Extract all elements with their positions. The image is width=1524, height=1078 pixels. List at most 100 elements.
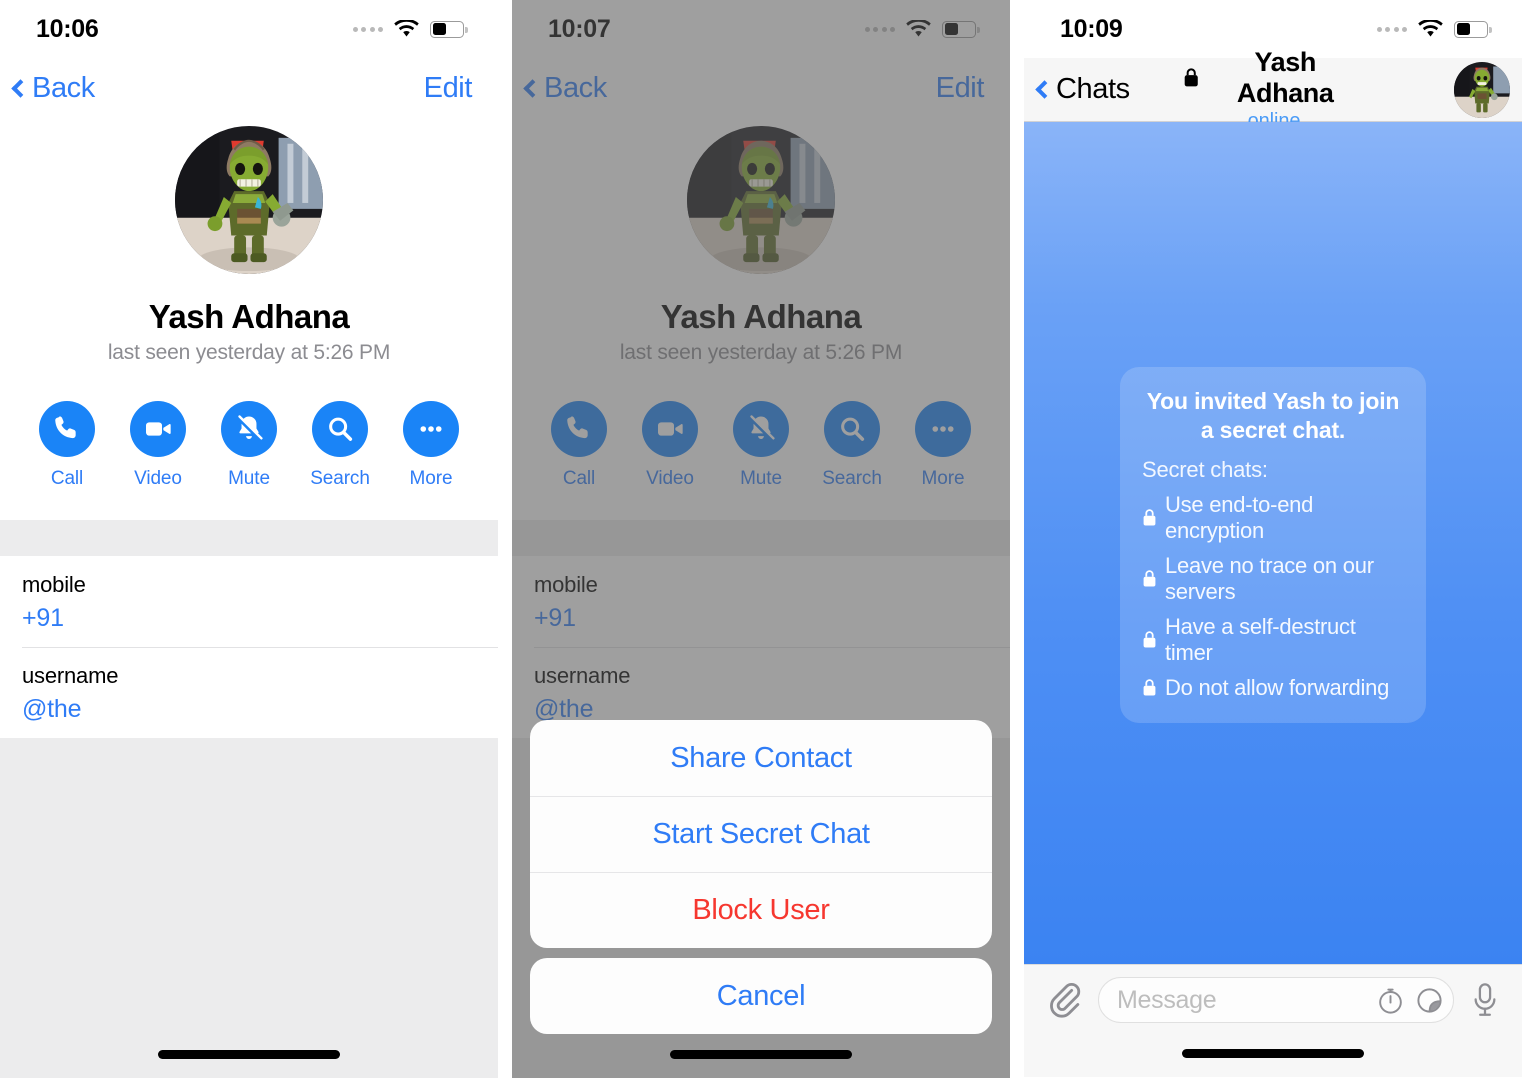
message-placeholder: Message — [1117, 985, 1217, 1014]
secret-chat-feature-item: Leave no trace on our servers — [1142, 553, 1404, 605]
action-video-label: Video — [134, 468, 182, 489]
input-row: Message — [1024, 965, 1522, 1023]
secret-chat-feature-item: Use end-to-end encryption — [1142, 492, 1404, 544]
edit-button[interactable]: Edit — [424, 72, 473, 105]
phone-icon — [567, 416, 588, 439]
status-bar-indicators — [352, 19, 468, 39]
action-call-label: Call — [562, 468, 596, 489]
action-call[interactable]: Call — [34, 401, 100, 490]
profile-action-row: Call Video Mute Search More — [512, 401, 1010, 490]
info-row-mobile[interactable]: mobile +91 — [512, 556, 1010, 647]
action-video[interactable]: Video — [125, 401, 191, 490]
back-button[interactable]: Chats — [1035, 73, 1183, 106]
start-secret-chat-button[interactable]: Start Secret Chat — [530, 796, 992, 872]
cancel-button[interactable]: Cancel — [530, 958, 992, 1034]
home-indicator[interactable] — [670, 1050, 852, 1059]
home-indicator[interactable] — [1182, 1049, 1364, 1058]
share-contact-button[interactable]: Share Contact — [530, 720, 992, 796]
voice-record-button[interactable] — [1468, 980, 1502, 1020]
chevron-left-icon — [11, 78, 30, 98]
more-button[interactable] — [915, 401, 971, 457]
feature-text: Do not allow forwarding — [1165, 674, 1390, 700]
action-call[interactable]: Call — [546, 401, 612, 490]
bell-slash-icon — [236, 415, 263, 442]
action-mute-label: Mute — [740, 468, 782, 489]
action-search[interactable]: Search — [307, 401, 373, 490]
search-button[interactable] — [312, 401, 368, 457]
block-user-button[interactable]: Block User — [530, 872, 992, 948]
status-bar-time: 10:09 — [1060, 14, 1123, 43]
signal-dots-icon — [352, 26, 383, 32]
more-button[interactable] — [403, 401, 459, 457]
battery-icon — [942, 20, 980, 38]
action-more[interactable]: More — [398, 401, 464, 490]
action-search[interactable]: Search — [819, 401, 885, 490]
profile-last-seen: last seen yesterday at 5:26 PM — [619, 341, 903, 364]
status-bar-indicators — [864, 19, 980, 39]
signal-dots-icon — [864, 26, 895, 32]
back-button[interactable]: Back — [11, 72, 95, 105]
message-input-bar: Message — [1024, 964, 1522, 1077]
info-row-mobile[interactable]: mobile +91 — [0, 556, 498, 647]
contact-avatar-hulk-funko — [687, 126, 835, 274]
panel-action-sheet: 10:07 Back Edit Yash Adhana last seen ye… — [512, 0, 1010, 1078]
mute-button[interactable] — [733, 401, 789, 457]
sticker-icon[interactable] — [1414, 985, 1445, 1016]
lock-icon — [1185, 68, 1199, 87]
feature-text: Have a self-destruct timer — [1165, 613, 1356, 665]
info-key: mobile — [534, 572, 598, 597]
action-more[interactable]: More — [910, 401, 976, 490]
info-key: username — [22, 663, 119, 688]
action-mute-label: Mute — [228, 468, 270, 489]
edit-button[interactable]: Edit — [936, 72, 985, 105]
action-search-label: Search — [822, 468, 882, 489]
status-bar-time: 10:07 — [548, 14, 611, 43]
video-button[interactable] — [130, 401, 186, 457]
search-icon — [841, 417, 865, 441]
profile-header: Back Edit Yash Adhana last seen yesterda… — [512, 58, 1010, 520]
profile-avatar[interactable] — [687, 126, 835, 274]
profile-avatar[interactable] — [175, 126, 323, 274]
video-camera-icon — [658, 422, 683, 436]
lock-icon — [1143, 631, 1156, 648]
info-row-username[interactable]: username @the — [0, 647, 498, 738]
chat-header-avatar[interactable] — [1453, 61, 1510, 118]
wifi-icon — [1418, 19, 1443, 36]
three-panel-screenshot: 10:06 Back Edit Yash Adhana last seen ye… — [0, 0, 1524, 1078]
service-message-title: You invited Yash to join a secret chat. — [1146, 388, 1400, 443]
action-mute[interactable]: Mute — [728, 401, 794, 490]
info-value: @the — [22, 695, 82, 723]
chat-nav-right — [1365, 61, 1510, 118]
wifi-icon — [906, 19, 931, 36]
action-video[interactable]: Video — [637, 401, 703, 490]
home-indicator[interactable] — [158, 1050, 340, 1059]
contact-avatar-hulk-funko — [175, 126, 323, 274]
attach-button[interactable] — [1044, 980, 1084, 1020]
feature-text: Leave no trace on our servers — [1165, 552, 1374, 604]
section-gap — [512, 520, 1010, 556]
video-button[interactable] — [642, 401, 698, 457]
search-button[interactable] — [824, 401, 880, 457]
status-bar: 10:06 — [0, 0, 498, 58]
chevron-left-icon — [523, 78, 542, 98]
profile-name: Yash Adhana — [660, 298, 862, 335]
panel-secret-chat: 10:09 Chats Yash Adhana online You invit… — [1024, 0, 1522, 1078]
contact-info-list: mobile +91 username @the — [0, 556, 498, 738]
message-input[interactable]: Message — [1098, 977, 1454, 1023]
paperclip-icon — [1050, 982, 1081, 1018]
info-key: mobile — [22, 572, 86, 597]
nav-bar: Back Edit — [512, 58, 1010, 118]
self-destruct-timer-icon[interactable] — [1375, 985, 1406, 1016]
section-gap — [0, 520, 498, 556]
info-value: +91 — [22, 604, 64, 632]
chat-header-info[interactable]: Yash Adhana online — [1183, 47, 1364, 133]
action-mute[interactable]: Mute — [216, 401, 282, 490]
action-sheet: Share Contact Start Secret Chat Block Us… — [512, 720, 1010, 1034]
mute-button[interactable] — [221, 401, 277, 457]
empty-area — [0, 738, 498, 1078]
back-button[interactable]: Back — [523, 71, 607, 105]
back-button-label: Back — [544, 71, 607, 104]
panel-contact-profile: 10:06 Back Edit Yash Adhana last seen ye… — [0, 0, 498, 1078]
call-button[interactable] — [551, 401, 607, 457]
call-button[interactable] — [39, 401, 95, 457]
